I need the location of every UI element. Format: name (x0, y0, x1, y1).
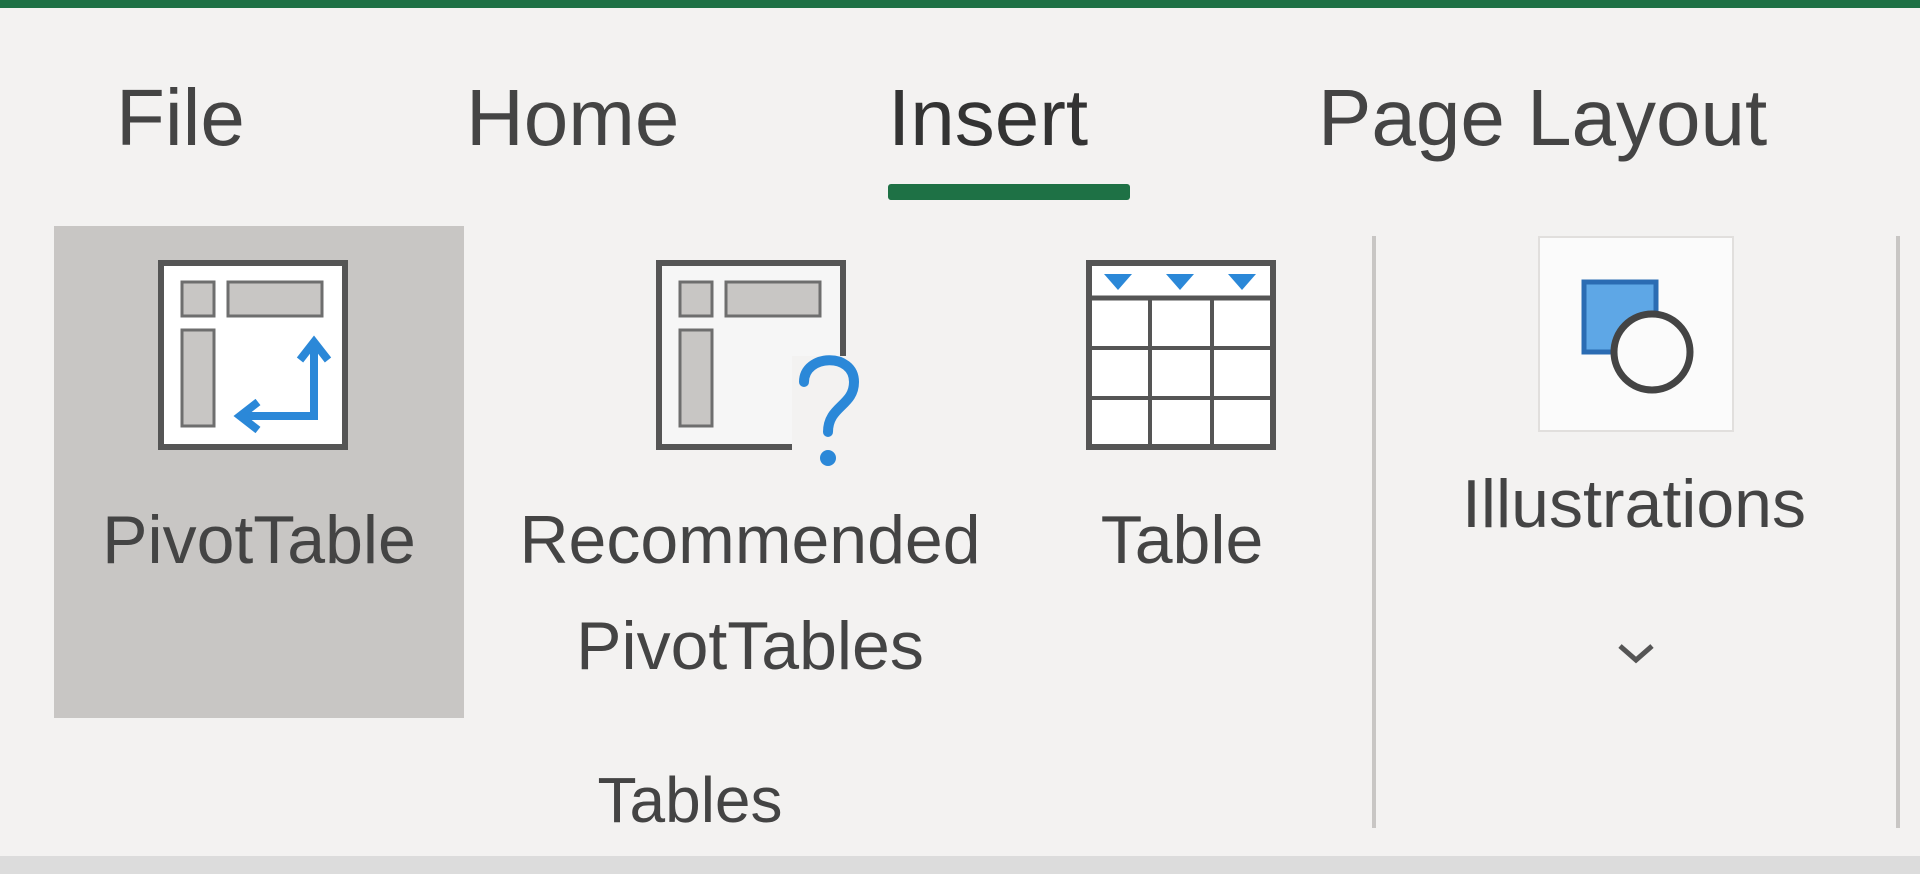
ribbon-bottom-edge (0, 856, 1920, 874)
recommended-label-line1: Recommended (519, 502, 981, 578)
illustrations-icon-frame (1538, 236, 1734, 432)
group-separator (1372, 236, 1376, 828)
title-bar-accent (0, 0, 1920, 8)
pivot-table-label: PivotTable (102, 502, 416, 578)
recommended-label-line2: PivotTables (576, 608, 924, 684)
table-label: Table (1100, 502, 1264, 578)
table-button[interactable]: Table (1050, 226, 1314, 718)
recommended-pivottables-button[interactable]: Recommended PivotTables (476, 226, 1024, 718)
tab-insert[interactable]: Insert (888, 70, 1088, 166)
group-separator-right (1896, 236, 1900, 828)
tables-group-label: Tables (597, 764, 783, 836)
tab-file[interactable]: File (116, 70, 245, 166)
pivot-table-icon (158, 260, 348, 450)
table-icon (1086, 260, 1276, 450)
active-tab-indicator (888, 184, 1130, 200)
ribbon-tabs: File Home Insert Page Layout (0, 8, 1920, 200)
tab-home[interactable]: Home (466, 70, 679, 166)
illustrations-label: Illustrations (1462, 466, 1806, 542)
tab-page-layout[interactable]: Page Layout (1318, 70, 1767, 166)
chevron-down-icon (1618, 644, 1654, 664)
recommended-pivottables-icon (656, 260, 876, 472)
shapes-icon (1581, 279, 1694, 394)
ribbon-insert-panel: PivotTable Recommended PivotTables Table… (0, 200, 1920, 856)
pivot-table-button[interactable]: PivotTable (54, 226, 464, 718)
illustrations-dropdown-button[interactable]: Illustrations (1414, 230, 1854, 670)
